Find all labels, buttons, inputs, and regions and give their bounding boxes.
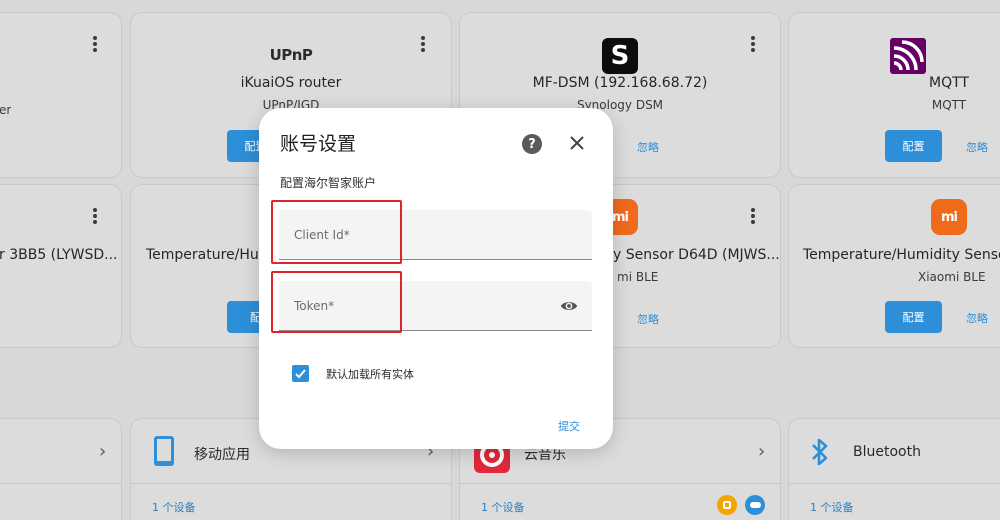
- card-subtitle: Xiaomi BLE: [918, 270, 986, 284]
- card-subtitle: mi BLE: [617, 270, 659, 284]
- device-count-link[interactable]: 1 个设备: [481, 499, 525, 515]
- upnp-logo-icon: UPnP: [269, 46, 313, 64]
- help-icon[interactable]: ?: [522, 134, 542, 154]
- integration-card-bluetooth[interactable]: Bluetooth 1 个设备: [788, 418, 1000, 520]
- chevron-right-icon: ›: [99, 441, 107, 462]
- ignore-button[interactable]: 忽略: [966, 139, 988, 155]
- card-subtitle: er: [0, 103, 12, 117]
- divider: [0, 483, 121, 484]
- card-title: MF-DSM (192.168.68.72): [532, 75, 708, 91]
- token-label: Token*: [294, 299, 335, 313]
- more-menu-icon[interactable]: [87, 205, 103, 227]
- card-title: y Sensor D64D (MJWS...: [613, 247, 780, 263]
- ignore-button[interactable]: 忽略: [637, 311, 659, 327]
- card-title: iKuaiOS router: [240, 75, 342, 91]
- configure-button[interactable]: 配置: [885, 130, 942, 162]
- card-title: Bluetooth: [853, 444, 921, 460]
- check-icon: [295, 369, 306, 379]
- divider: [460, 483, 780, 484]
- divider: [789, 483, 1000, 484]
- integration-card-xiaomi-sensor: mi Temperature/Humidity Sensor F Xiaomi …: [788, 184, 1000, 348]
- close-icon[interactable]: [568, 134, 586, 152]
- card-title: MQTT: [929, 75, 969, 91]
- integration-card-partial: er: [0, 12, 122, 178]
- more-menu-icon[interactable]: [87, 33, 103, 55]
- card-title: r 3BB5 (LYWSD...: [0, 247, 118, 263]
- more-menu-icon[interactable]: [745, 33, 761, 55]
- card-title: Temperature/Humidity Sensor F: [803, 247, 1000, 263]
- checkbox-label: 默认加载所有实体: [326, 368, 414, 381]
- submit-button[interactable]: 提交: [558, 418, 580, 434]
- integration-card-partial[interactable]: ›: [0, 418, 122, 520]
- more-menu-icon[interactable]: [745, 205, 761, 227]
- device-count-link[interactable]: 1 个设备: [152, 499, 196, 515]
- integration-card-mqtt: MQTT MQTT 配置 忽略: [788, 12, 1000, 178]
- divider: [131, 483, 451, 484]
- more-menu-icon[interactable]: [415, 33, 431, 55]
- card-subtitle: MQTT: [931, 98, 967, 112]
- ignore-button[interactable]: 忽略: [637, 139, 659, 155]
- cloud-badge-icon: [745, 495, 765, 515]
- device-count-link[interactable]: 1 个设备: [810, 499, 854, 515]
- dialog-description: 配置海尔智家账户: [280, 176, 377, 190]
- mqtt-logo-icon: [890, 38, 926, 74]
- xiaomi-logo-icon: mi: [931, 199, 967, 235]
- card-title: Temperature/Hum: [146, 247, 273, 263]
- configure-button[interactable]: 配置: [885, 301, 942, 333]
- eye-icon[interactable]: [560, 297, 578, 315]
- card-title: 移动应用: [194, 447, 250, 463]
- custom-integration-badge-icon: [717, 495, 737, 515]
- token-field[interactable]: Token*: [279, 281, 592, 331]
- ignore-button[interactable]: 忽略: [966, 310, 988, 326]
- dialog-title: 账号设置: [280, 133, 357, 155]
- bluetooth-icon: [812, 438, 828, 466]
- synology-logo-icon: S: [602, 38, 638, 74]
- client-id-label: Client Id*: [294, 228, 350, 242]
- integration-card-partial: r 3BB5 (LYWSD...: [0, 184, 122, 348]
- account-settings-dialog: 账号设置 ? 配置海尔智家账户 Client Id* Token* 默认加载所有…: [259, 108, 613, 449]
- chevron-right-icon: ›: [758, 441, 766, 462]
- phone-icon: [154, 436, 174, 466]
- client-id-field[interactable]: Client Id*: [279, 210, 592, 260]
- load-all-entities-checkbox[interactable]: [292, 365, 309, 382]
